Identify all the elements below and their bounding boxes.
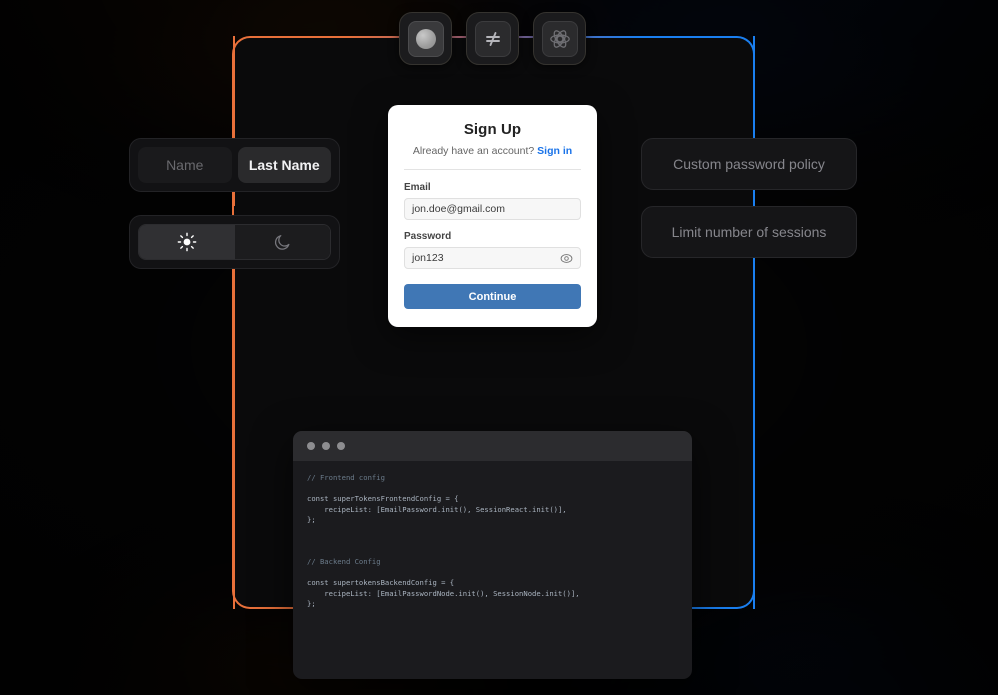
last-name-input[interactable]: Last Name [237, 147, 331, 183]
password-field-value: jon123 [412, 252, 444, 264]
email-field[interactable]: jon.doe@gmail.com [404, 198, 581, 220]
code-window: // Frontend config const superTokensFron… [293, 431, 692, 679]
code-line: }; [307, 599, 316, 608]
theme-toggle[interactable] [138, 224, 331, 260]
top-icon-button-row [399, 12, 586, 65]
feature-card-custom-password-policy[interactable]: Custom password policy [641, 138, 857, 190]
left-feature-stack: Name Last Name [129, 138, 340, 269]
signin-prompt: Already have an account? Sign in [404, 145, 581, 157]
sign-in-link[interactable]: Sign in [537, 145, 572, 157]
signup-card: Sign Up Already have an account? Sign in… [388, 105, 597, 327]
continue-button-label: Continue [468, 290, 517, 303]
code-window-titlebar [293, 431, 692, 461]
circle-dot-icon [415, 28, 436, 49]
code-line: recipeList: [EmailPassword.init(), Sessi… [307, 504, 567, 514]
not-equals-icon [485, 31, 500, 46]
eye-icon[interactable] [560, 252, 573, 265]
password-field[interactable]: jon123 [404, 247, 581, 269]
atom-icon [549, 29, 570, 48]
continue-button[interactable]: Continue [404, 284, 581, 309]
code-line: const superTokensFrontendConfig = { [307, 494, 459, 503]
code-line: // Backend Config [307, 557, 381, 566]
icon-button-atom-inner [541, 20, 578, 57]
icon-button-not-equals-inner [474, 20, 511, 57]
signin-prompt-text: Already have an account? [412, 145, 535, 157]
divider [404, 169, 581, 170]
feature-card-limit-sessions[interactable]: Limit number of sessions [641, 206, 857, 258]
icon-button-atom[interactable] [533, 12, 586, 65]
window-close-dot-icon[interactable] [307, 442, 315, 450]
name-fields-card: Name Last Name [129, 138, 340, 192]
app-canvas: Name Last Name Custom password policy Li… [0, 0, 998, 695]
feature-card-label: Limit number of sessions [671, 224, 827, 240]
code-content: // Frontend config const superTokensFron… [293, 461, 692, 622]
theme-toggle-light-option[interactable] [139, 225, 235, 259]
email-field-label: Email [404, 182, 431, 193]
code-line: }; [307, 515, 316, 524]
window-minimize-dot-icon[interactable] [322, 442, 330, 450]
page-title: Sign Up [463, 121, 522, 138]
last-name-label: Last Name [248, 157, 320, 173]
first-name-label: Name [166, 157, 204, 173]
code-line: // Frontend config [307, 473, 385, 482]
moon-icon [274, 234, 290, 250]
email-field-value: jon.doe@gmail.com [412, 203, 505, 215]
theme-toggle-card [129, 215, 340, 269]
theme-toggle-dark-option[interactable] [234, 225, 330, 259]
password-field-label: Password [404, 231, 452, 242]
right-feature-stack: Custom password policy Limit number of s… [641, 138, 857, 258]
code-line: recipeList: [EmailPasswordNode.init(), S… [307, 588, 580, 598]
icon-button-circle-dot-inner [407, 20, 444, 57]
icon-button-circle-dot[interactable] [399, 12, 452, 65]
feature-card-label: Custom password policy [673, 156, 825, 172]
icon-button-not-equals[interactable] [466, 12, 519, 65]
code-line: const supertokensBackendConfig = { [307, 578, 455, 587]
window-maximize-dot-icon[interactable] [337, 442, 345, 450]
field-spacer [404, 220, 581, 231]
name-fields-row: Name Last Name [138, 147, 331, 183]
first-name-input[interactable]: Name [138, 147, 232, 183]
sun-icon [177, 232, 197, 252]
